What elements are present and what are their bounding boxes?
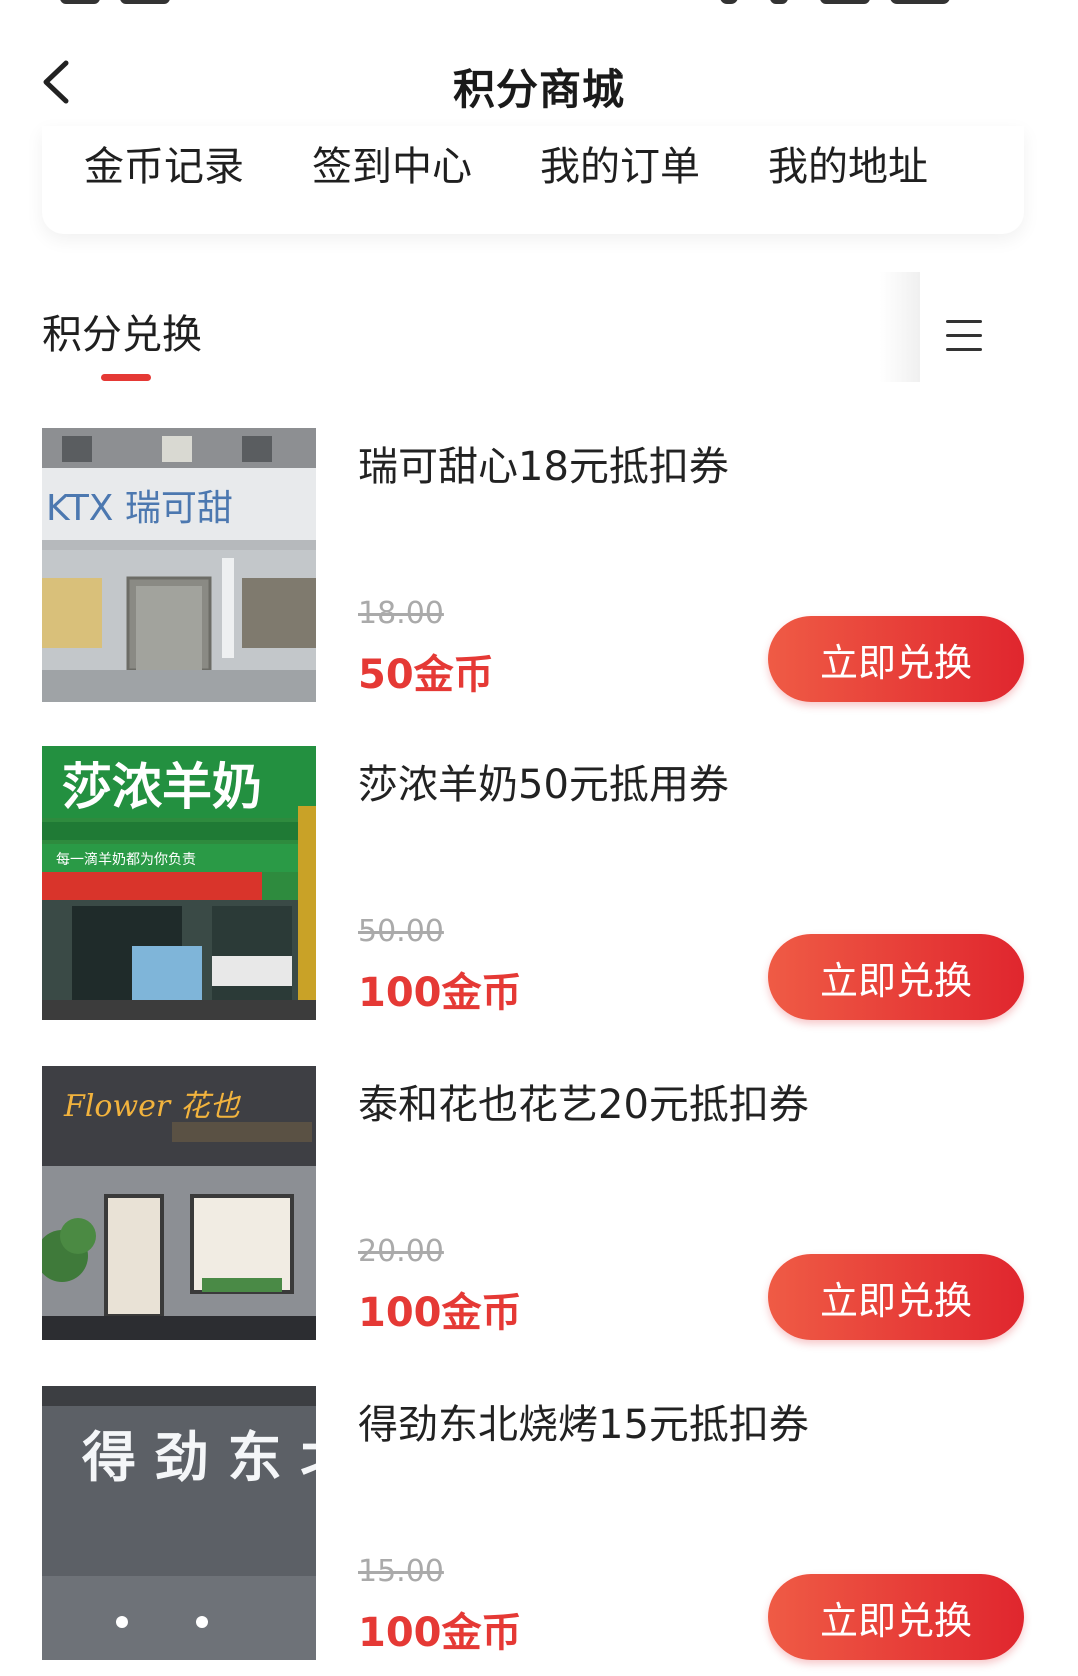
menu-item-coin-record[interactable]: 金币记录 [84, 134, 244, 192]
header: 积分商城 [0, 40, 1078, 130]
menu-item-checkin-center[interactable]: 签到中心 [312, 134, 472, 192]
product-image: KTX 瑞可甜 [42, 428, 316, 702]
product-item[interactable]: KTX 瑞可甜 瑞可甜心18元抵扣券 18.00 50金币 立即兑换 [0, 428, 1078, 728]
status-time-fragment-2 [120, 0, 170, 4]
product-original-price: 20.00 [358, 1234, 444, 1269]
product-name: 瑞可甜心18元抵扣券 [358, 444, 729, 490]
product-coin-price: 50金币 [358, 652, 494, 698]
product-original-price: 50.00 [358, 914, 444, 949]
redeem-button[interactable]: 立即兑换 [768, 1574, 1024, 1660]
redeem-button[interactable]: 立即兑换 [768, 1254, 1024, 1340]
tab-indicator [101, 374, 151, 381]
product-name: 泰和花也花艺20元抵扣券 [358, 1082, 809, 1128]
menu-item-my-address[interactable]: 我的地址 [768, 134, 928, 192]
redeem-button[interactable]: 立即兑换 [768, 616, 1024, 702]
product-item[interactable]: 莎浓羊奶 每一滴羊奶都为你负责 莎浓羊奶50元抵用券 50.00 100金币 立… [0, 746, 1078, 1046]
menu-icon[interactable] [942, 314, 992, 358]
status-bar [0, 0, 1078, 12]
signal-icon [820, 0, 870, 4]
product-name: 得劲东北烧烤15元抵扣券 [358, 1402, 809, 1448]
product-image: 莎浓羊奶 每一滴羊奶都为你负责 [42, 746, 316, 1020]
product-original-price: 18.00 [358, 596, 444, 631]
tab-points-exchange[interactable]: 积分兑换 [42, 302, 202, 360]
quick-menu: 金币记录 签到中心 我的订单 我的地址 [42, 126, 1024, 234]
storefront-sign: 莎浓羊奶 [62, 758, 262, 816]
product-original-price: 15.00 [358, 1554, 444, 1589]
storefront-slogan: 每一滴羊奶都为你负责 [56, 851, 196, 868]
product-item[interactable]: 得 劲 东 北 烧 得劲东北烧烤15元抵扣券 15.00 100金币 立即兑换 [0, 1386, 1078, 1676]
status-icon-2 [770, 0, 788, 4]
product-image: Flower 花也 [42, 1066, 316, 1340]
battery-icon [890, 0, 950, 4]
product-coin-price: 100金币 [358, 1290, 522, 1336]
product-coin-price: 100金币 [358, 1610, 522, 1656]
tabs-scroll-fade [880, 272, 920, 382]
menu-item-my-orders[interactable]: 我的订单 [540, 134, 700, 192]
status-icon [720, 0, 738, 4]
product-item[interactable]: Flower 花也 泰和花也花艺20元抵扣券 20.00 100金币 立即兑换 [0, 1066, 1078, 1366]
page-title: 积分商城 [452, 65, 625, 114]
storefront-sign: Flower 花也 [63, 1089, 242, 1124]
storefront-sign: 得 劲 东 北 烧 [82, 1425, 316, 1489]
redeem-button[interactable]: 立即兑换 [768, 934, 1024, 1020]
product-coin-price: 100金币 [358, 970, 522, 1016]
product-image: 得 劲 东 北 烧 [42, 1386, 316, 1660]
storefront-sign: KTX 瑞可甜 [46, 488, 233, 529]
product-name: 莎浓羊奶50元抵用券 [358, 762, 729, 808]
category-tabs: 积分兑换 [0, 272, 1078, 392]
status-time-fragment [60, 0, 100, 4]
